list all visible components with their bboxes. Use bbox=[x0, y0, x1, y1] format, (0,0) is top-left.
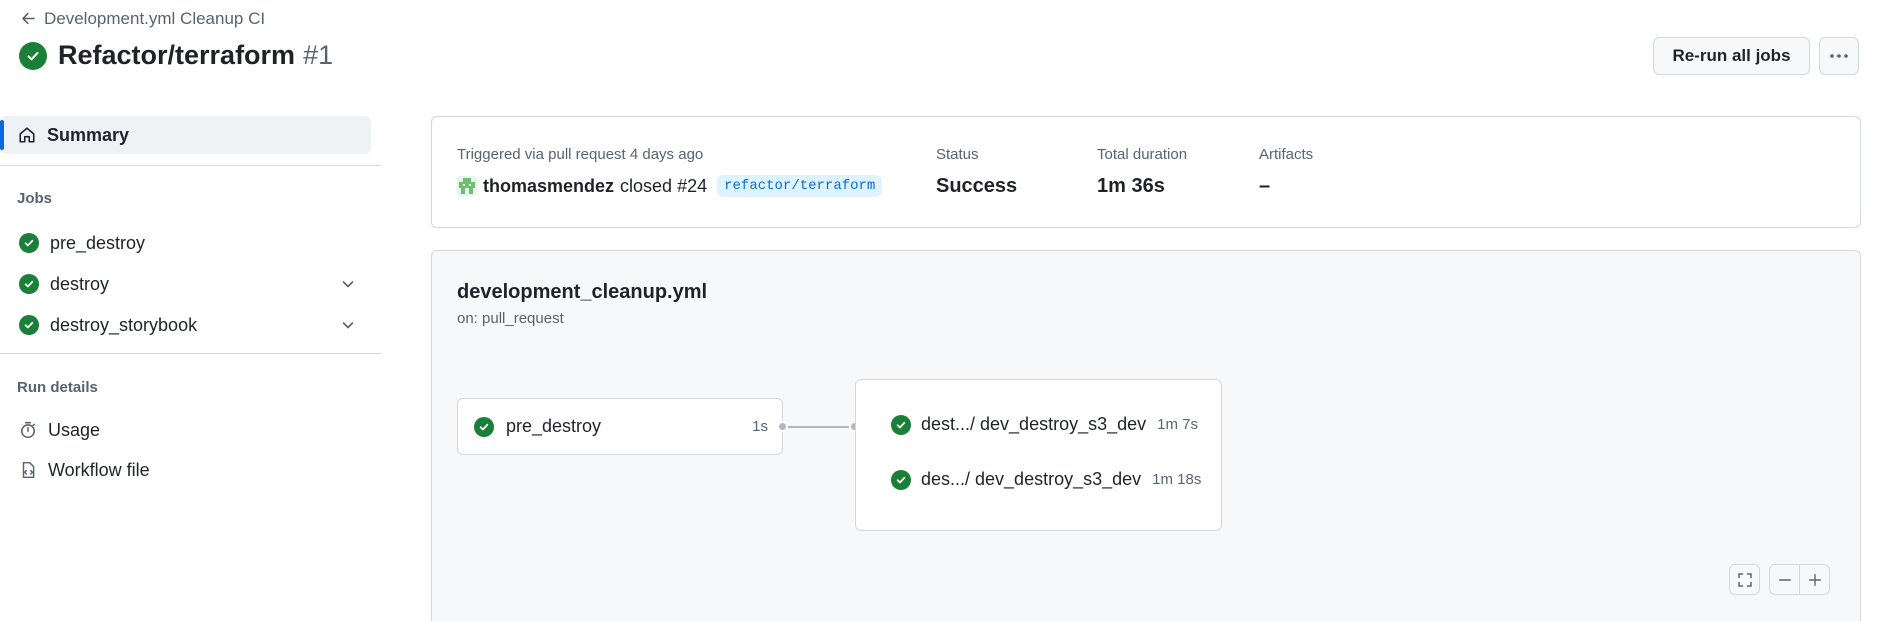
chevron-down-icon[interactable] bbox=[340, 276, 356, 292]
graph-connector bbox=[786, 426, 858, 428]
trigger-details: thomasmendez closed #24 refactor/terrafo… bbox=[457, 175, 883, 197]
success-icon bbox=[891, 414, 911, 435]
sidebar-job-label: pre_destroy bbox=[50, 232, 146, 253]
duration-label: Total duration bbox=[1097, 146, 1188, 163]
sidebar-job-destroy-storybook[interactable]: destroy_storybook bbox=[19, 308, 364, 342]
stopwatch-icon bbox=[21, 421, 35, 439]
minus-icon bbox=[1778, 578, 1791, 581]
arrow-left-icon bbox=[22, 12, 35, 25]
success-icon bbox=[19, 41, 47, 70]
divider bbox=[0, 165, 381, 166]
more-options-button[interactable] bbox=[1819, 37, 1859, 75]
graph-job-label: dest.../ dev_destroy_s3_dev bbox=[921, 414, 1147, 434]
back-link[interactable]: Development.yml Cleanup CI bbox=[20, 9, 265, 29]
jobs-heading: Jobs bbox=[17, 190, 53, 207]
user-link[interactable]: thomasmendez bbox=[483, 176, 614, 197]
workflow-file-name: development_cleanup.yml bbox=[457, 281, 708, 303]
workflow-graph: development_cleanup.yml on: pull_request… bbox=[431, 250, 1861, 621]
graph-job-duration: 1m 18s bbox=[1152, 471, 1202, 488]
fullscreen-button[interactable] bbox=[1729, 564, 1760, 595]
graph-job-label: des.../ dev_destroy_s3_dev bbox=[921, 469, 1142, 489]
avatar[interactable] bbox=[457, 176, 477, 196]
status-value: Success bbox=[936, 175, 1018, 197]
sidebar-job-label: destroy_storybook bbox=[50, 314, 198, 335]
kebab-horizontal-icon bbox=[1830, 54, 1848, 58]
graph-job-label: pre_destroy bbox=[506, 416, 602, 436]
workflow-trigger: on: pull_request bbox=[457, 310, 564, 327]
run-number: #1 bbox=[303, 40, 334, 70]
sidebar-job-label: destroy bbox=[50, 273, 110, 294]
run-details-heading: Run details bbox=[17, 379, 98, 396]
sidebar-job-destroy[interactable]: destroy bbox=[19, 267, 364, 301]
sidebar-item-workflow-file[interactable]: Workflow file bbox=[19, 455, 150, 485]
zoom-in-button[interactable] bbox=[1799, 564, 1830, 595]
sidebar-item-summary[interactable]: Summary bbox=[0, 116, 371, 154]
back-link-label: Development.yml Cleanup CI bbox=[44, 9, 266, 28]
graph-job-duration: 1s bbox=[752, 418, 768, 435]
success-icon bbox=[891, 469, 911, 490]
duration-value: 1m 36s bbox=[1097, 175, 1165, 197]
file-code-icon bbox=[22, 461, 35, 479]
graph-job-destroy-1[interactable]: dest.../ dev_destroy_s3_dev 1m 7s bbox=[891, 414, 1198, 435]
success-icon bbox=[474, 416, 494, 437]
success-icon bbox=[19, 315, 39, 335]
chevron-down-icon[interactable] bbox=[340, 317, 356, 333]
branch-badge[interactable]: refactor/terraform bbox=[717, 175, 883, 197]
artifacts-label: Artifacts bbox=[1259, 146, 1314, 163]
success-icon bbox=[19, 274, 39, 294]
graph-job-pre-destroy[interactable]: pre_destroy 1s bbox=[457, 398, 783, 455]
divider bbox=[0, 353, 381, 354]
graph-job-destroy-2[interactable]: des.../ dev_destroy_s3_dev 1m 18s bbox=[891, 469, 1201, 490]
trigger-label: Triggered via pull request 4 days ago bbox=[457, 146, 704, 163]
home-icon bbox=[19, 127, 35, 143]
sidebar-job-pre-destroy[interactable]: pre_destroy bbox=[19, 226, 364, 260]
rerun-all-jobs-button[interactable]: Re-run all jobs bbox=[1653, 37, 1810, 75]
sidebar-item-label: Workflow file bbox=[48, 459, 150, 480]
zoom-out-button[interactable] bbox=[1769, 564, 1800, 595]
connector-dot bbox=[777, 421, 788, 432]
screen-full-icon bbox=[1737, 572, 1752, 587]
pr-action[interactable]: closed #24 bbox=[620, 176, 707, 197]
sidebar-item-usage[interactable]: Usage bbox=[19, 415, 100, 445]
plus-icon bbox=[1808, 573, 1821, 586]
graph-job-group: dest.../ dev_destroy_s3_dev 1m 7s des...… bbox=[855, 379, 1222, 531]
run-title: Refactor/terraform bbox=[58, 40, 296, 70]
page-title: Refactor/terraform #1 bbox=[19, 40, 333, 71]
graph-job-duration: 1m 7s bbox=[1157, 416, 1198, 433]
artifacts-value: – bbox=[1259, 175, 1271, 197]
sidebar-item-label: Summary bbox=[47, 124, 130, 145]
success-icon bbox=[19, 233, 39, 253]
status-label: Status bbox=[936, 146, 979, 163]
sidebar-item-label: Usage bbox=[48, 419, 101, 440]
run-summary-card: Triggered via pull request 4 days ago th… bbox=[431, 116, 1861, 228]
